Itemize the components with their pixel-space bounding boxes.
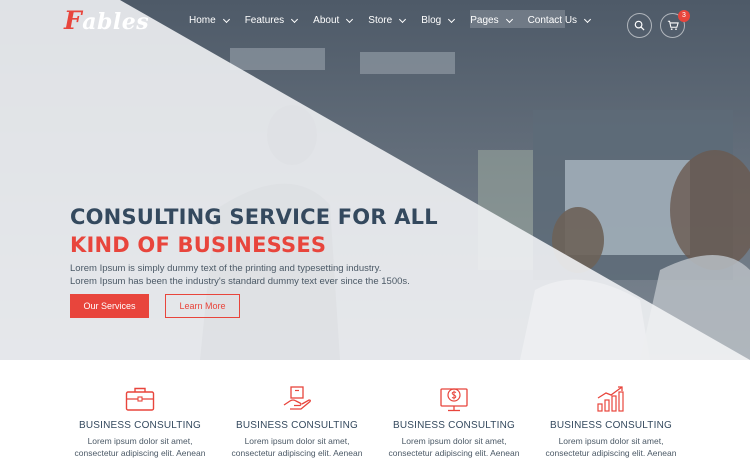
nav-label: Contact Us — [527, 15, 578, 26]
nav-item-blog[interactable]: Blog — [421, 15, 456, 26]
chevron-down-icon — [346, 15, 354, 23]
our-services-button[interactable]: Our Services — [70, 294, 149, 318]
chevron-down-icon — [399, 15, 407, 23]
service-title: BUSINESS CONSULTING — [79, 420, 201, 431]
cart-icon — [667, 20, 679, 31]
chevron-down-icon — [505, 15, 513, 23]
nav-item-features[interactable]: Features — [244, 15, 299, 26]
nav-label: Features — [244, 15, 285, 26]
nav-item-about[interactable]: About — [313, 15, 354, 26]
hand-box-icon — [283, 386, 311, 410]
service-card: BUSINESS CONSULTING Lorem ipsum dolor si… — [384, 384, 524, 459]
nav-label: Home — [189, 15, 216, 26]
nav-label: Store — [368, 15, 393, 26]
service-title: BUSINESS CONSULTING — [550, 420, 672, 431]
growth-chart-icon — [597, 386, 624, 412]
logo-text: ables — [82, 9, 150, 35]
service-description: Lorem ipsum dolor sit amet, consectetur … — [545, 436, 677, 458]
nav-item-home[interactable]: Home — [189, 15, 230, 26]
chevron-down-icon — [584, 15, 592, 23]
service-description: Lorem ipsum dolor sit amet, consectetur … — [388, 436, 520, 458]
service-card: BUSINESS CONSULTING Lorem ipsum dolor si… — [227, 384, 367, 459]
service-card: BUSINESS CONSULTING Lorem ipsum dolor si… — [541, 384, 681, 459]
nav-label: Blog — [421, 15, 442, 26]
service-title: BUSINESS CONSULTING — [393, 420, 515, 431]
top-navigation: Fables Home Features About Store Blog Pa… — [0, 0, 750, 44]
main-menu: Home Features About Store Blog Pages Con… — [189, 15, 606, 26]
chevron-down-icon — [291, 15, 299, 23]
nav-label: Pages — [470, 15, 499, 26]
service-card: BUSINESS CONSULTING Lorem ipsum dolor si… — [70, 384, 210, 459]
chevron-down-icon — [448, 15, 456, 23]
nav-item-store[interactable]: Store — [368, 15, 407, 26]
service-description: Lorem ipsum dolor sit amet, consectetur … — [231, 436, 363, 458]
briefcase-icon — [125, 387, 155, 411]
nav-item-contact[interactable]: Contact Us — [527, 15, 592, 26]
chevron-down-icon — [222, 15, 230, 23]
cart-count-badge: 3 — [678, 10, 690, 22]
hero-description: Lorem Ipsum is simply dummy text of the … — [70, 263, 410, 287]
logo-first-letter: F — [64, 6, 83, 35]
hero-title-line2: KIND OF BUSINESSES — [70, 233, 327, 257]
search-icon — [634, 20, 645, 31]
service-description: Lorem ipsum dolor sit amet, consectetur … — [74, 436, 206, 458]
nav-item-pages[interactable]: Pages — [470, 15, 513, 26]
nav-label: About — [313, 15, 340, 26]
search-button[interactable] — [627, 13, 652, 38]
monitor-dollar-icon — [440, 388, 468, 412]
brand-logo[interactable]: Fables — [64, 6, 149, 35]
learn-more-button[interactable]: Learn More — [165, 294, 240, 318]
service-title: BUSINESS CONSULTING — [236, 420, 358, 431]
hero-title-line1: CONSULTING SERVICE FOR ALL — [70, 205, 438, 229]
